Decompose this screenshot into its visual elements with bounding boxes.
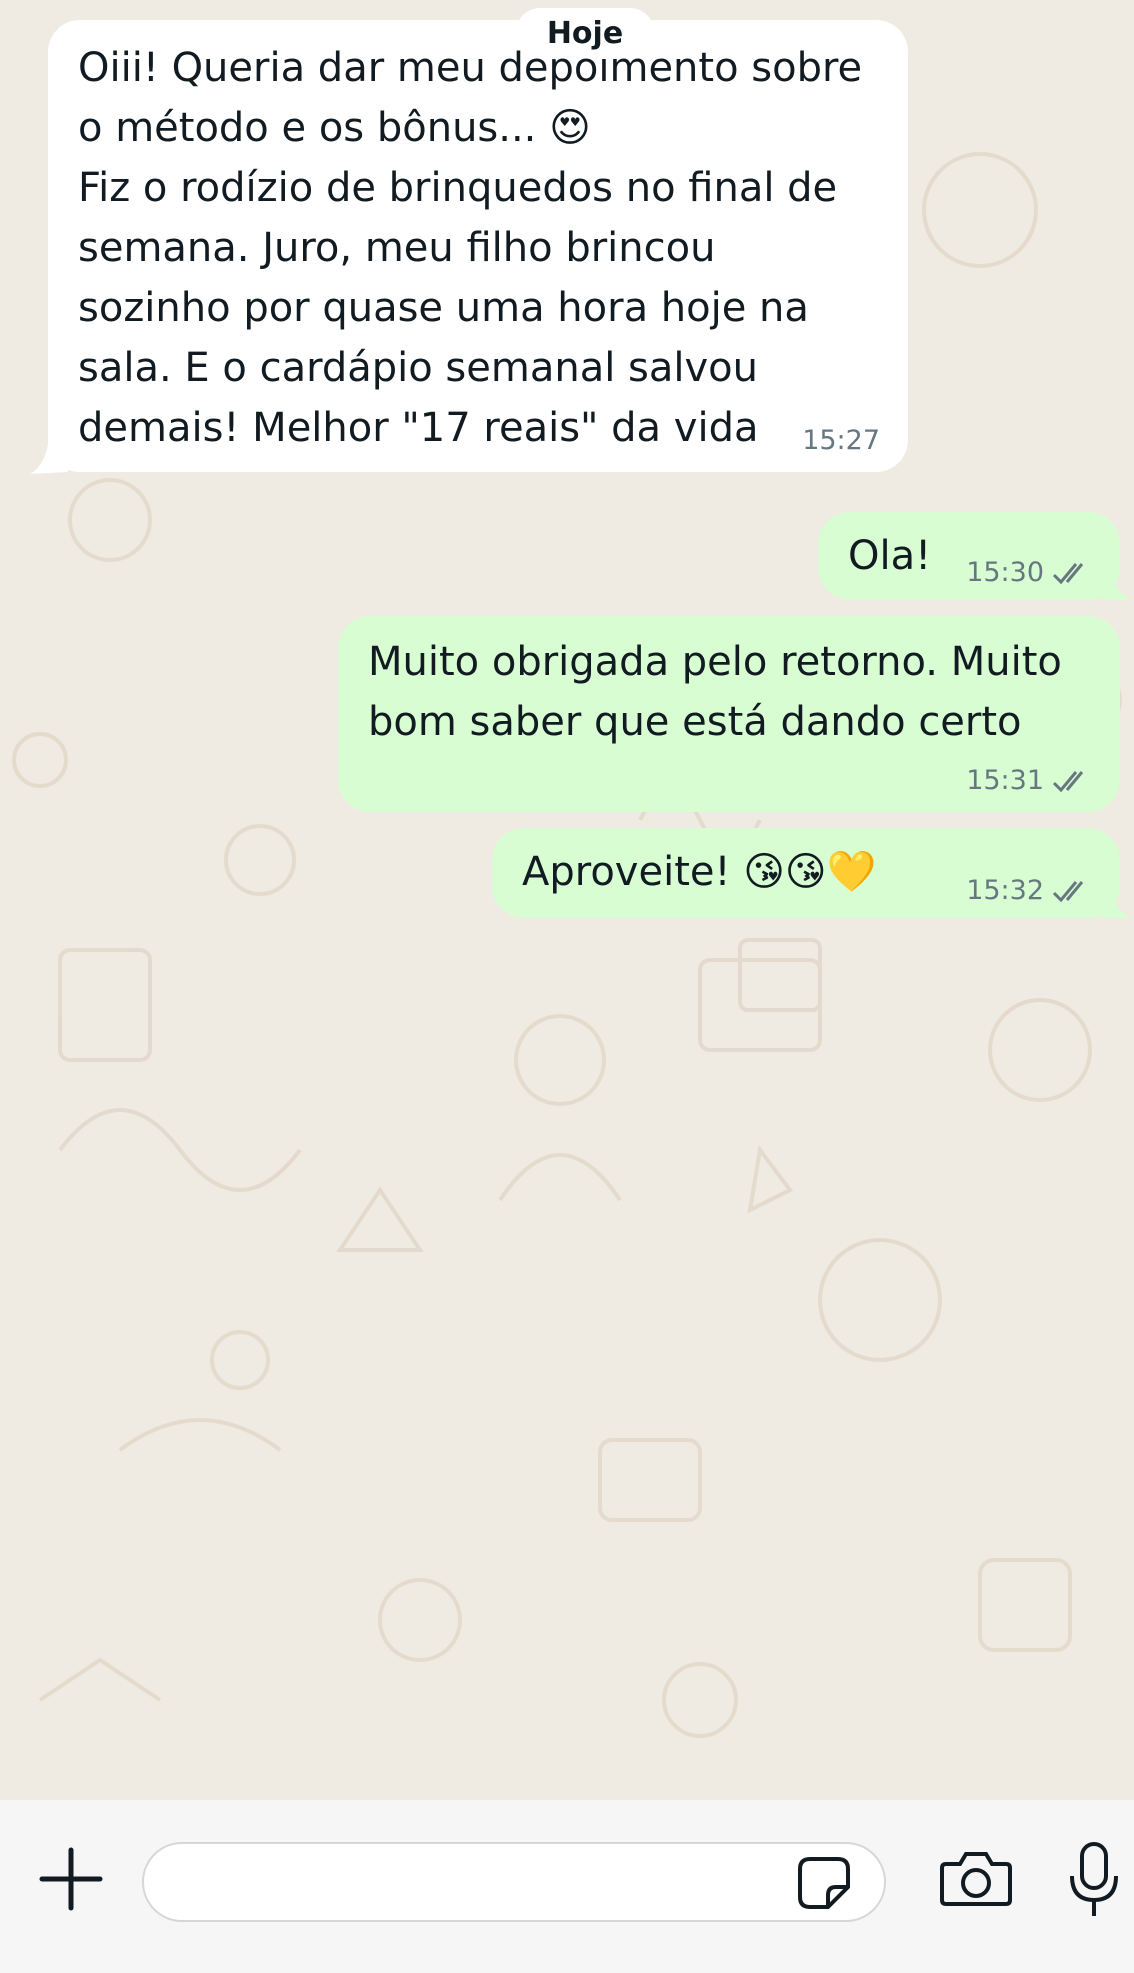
double-check-icon xyxy=(1052,771,1084,793)
outgoing-bubble-tail xyxy=(1102,572,1132,600)
message-timestamp: 15:27 xyxy=(802,425,880,456)
camera-icon[interactable] xyxy=(940,1848,1012,1908)
plus-icon[interactable] xyxy=(38,1846,104,1912)
outgoing-message-bubble[interactable]: Aproveite! 😘😘💛 15:32 xyxy=(492,828,1120,918)
message-meta: 15:30 xyxy=(966,558,1092,588)
outgoing-bubble-tail xyxy=(1102,890,1132,918)
message-meta: 15:31 xyxy=(966,766,1092,796)
double-check-icon xyxy=(1052,563,1084,585)
message-input[interactable] xyxy=(142,1842,886,1922)
message-meta: 15:27 xyxy=(802,426,880,456)
microphone-icon[interactable] xyxy=(1066,1842,1122,1918)
outgoing-message-bubble[interactable]: Muito obrigada pelo retorno. Muito bom s… xyxy=(338,616,1120,812)
incoming-message-bubble[interactable]: Oiii! Queria dar meu depoimento sobre o … xyxy=(48,20,908,472)
message-text: Muito obrigada pelo retorno. Muito bom s… xyxy=(368,639,1062,745)
message-timestamp: 15:31 xyxy=(966,765,1044,796)
message-meta: 15:32 xyxy=(966,876,1092,906)
double-check-icon xyxy=(1052,881,1084,903)
incoming-bubble-tail xyxy=(30,444,68,474)
date-separator: Hoje xyxy=(516,8,654,58)
message-text: Oiii! Queria dar meu depoimento sobre o … xyxy=(78,45,863,451)
message-timestamp: 15:30 xyxy=(966,557,1044,588)
message-timestamp: 15:32 xyxy=(966,875,1044,906)
sticker-icon[interactable] xyxy=(796,1855,852,1911)
outgoing-message-bubble[interactable]: Ola! 15:30 xyxy=(818,512,1120,600)
